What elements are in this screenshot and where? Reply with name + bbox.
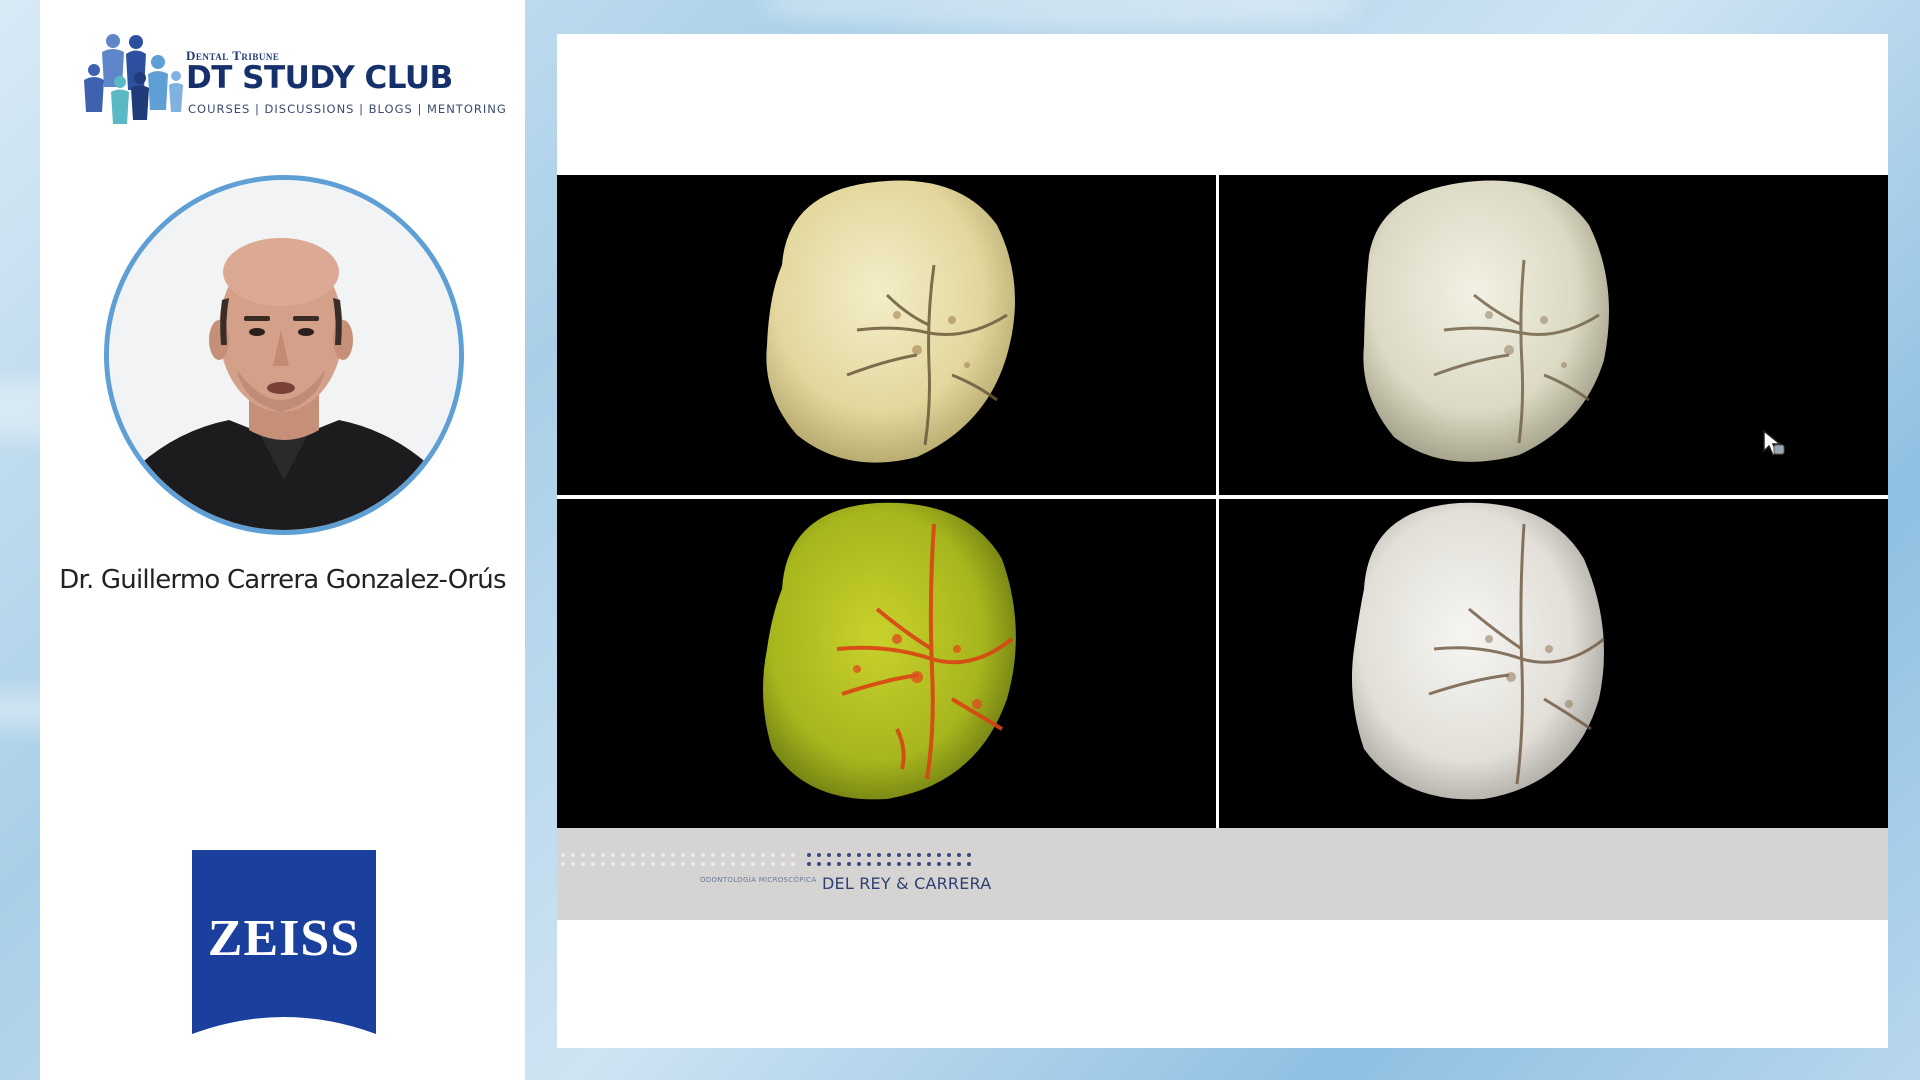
mouse-pointer-icon — [1763, 429, 1785, 457]
tooth-image-natural — [557, 175, 1216, 495]
brand-tagline: COURSES | DISCUSSIONS | BLOGS | MENTORIN… — [188, 102, 507, 116]
speaker-name: Dr. Guillermo Carrera Gonzalez-Orús — [59, 565, 506, 595]
dot-pattern-decoration — [561, 853, 971, 866]
speaker-avatar — [104, 175, 464, 535]
dt-study-club-logo: Dental Tribune DT STUDY CLUB COURSES | D… — [76, 30, 506, 130]
speaker-panel: Dental Tribune DT STUDY CLUB COURSES | D… — [40, 0, 525, 1080]
footer-subtitle: ODONTOLOGÍA MICROSCÓPICA — [700, 876, 817, 884]
footer-brand: DEL REY & CARRERA — [822, 874, 992, 893]
tooth-image-white — [1219, 499, 1888, 828]
brand-title: DT STUDY CLUB — [186, 60, 453, 96]
zeiss-logo: ZEISS — [192, 850, 376, 1034]
tooth-image-fluorescence — [557, 499, 1216, 828]
tooth-image-grid — [557, 175, 1888, 863]
presentation-slide: ODONTOLOGÍA MICROSCÓPICA DEL REY & CARRE… — [557, 34, 1888, 1048]
slide-footer: ODONTOLOGÍA MICROSCÓPICA DEL REY & CARRE… — [557, 828, 1888, 920]
zeiss-wordmark: ZEISS — [208, 910, 360, 967]
people-group-icon — [84, 34, 183, 124]
